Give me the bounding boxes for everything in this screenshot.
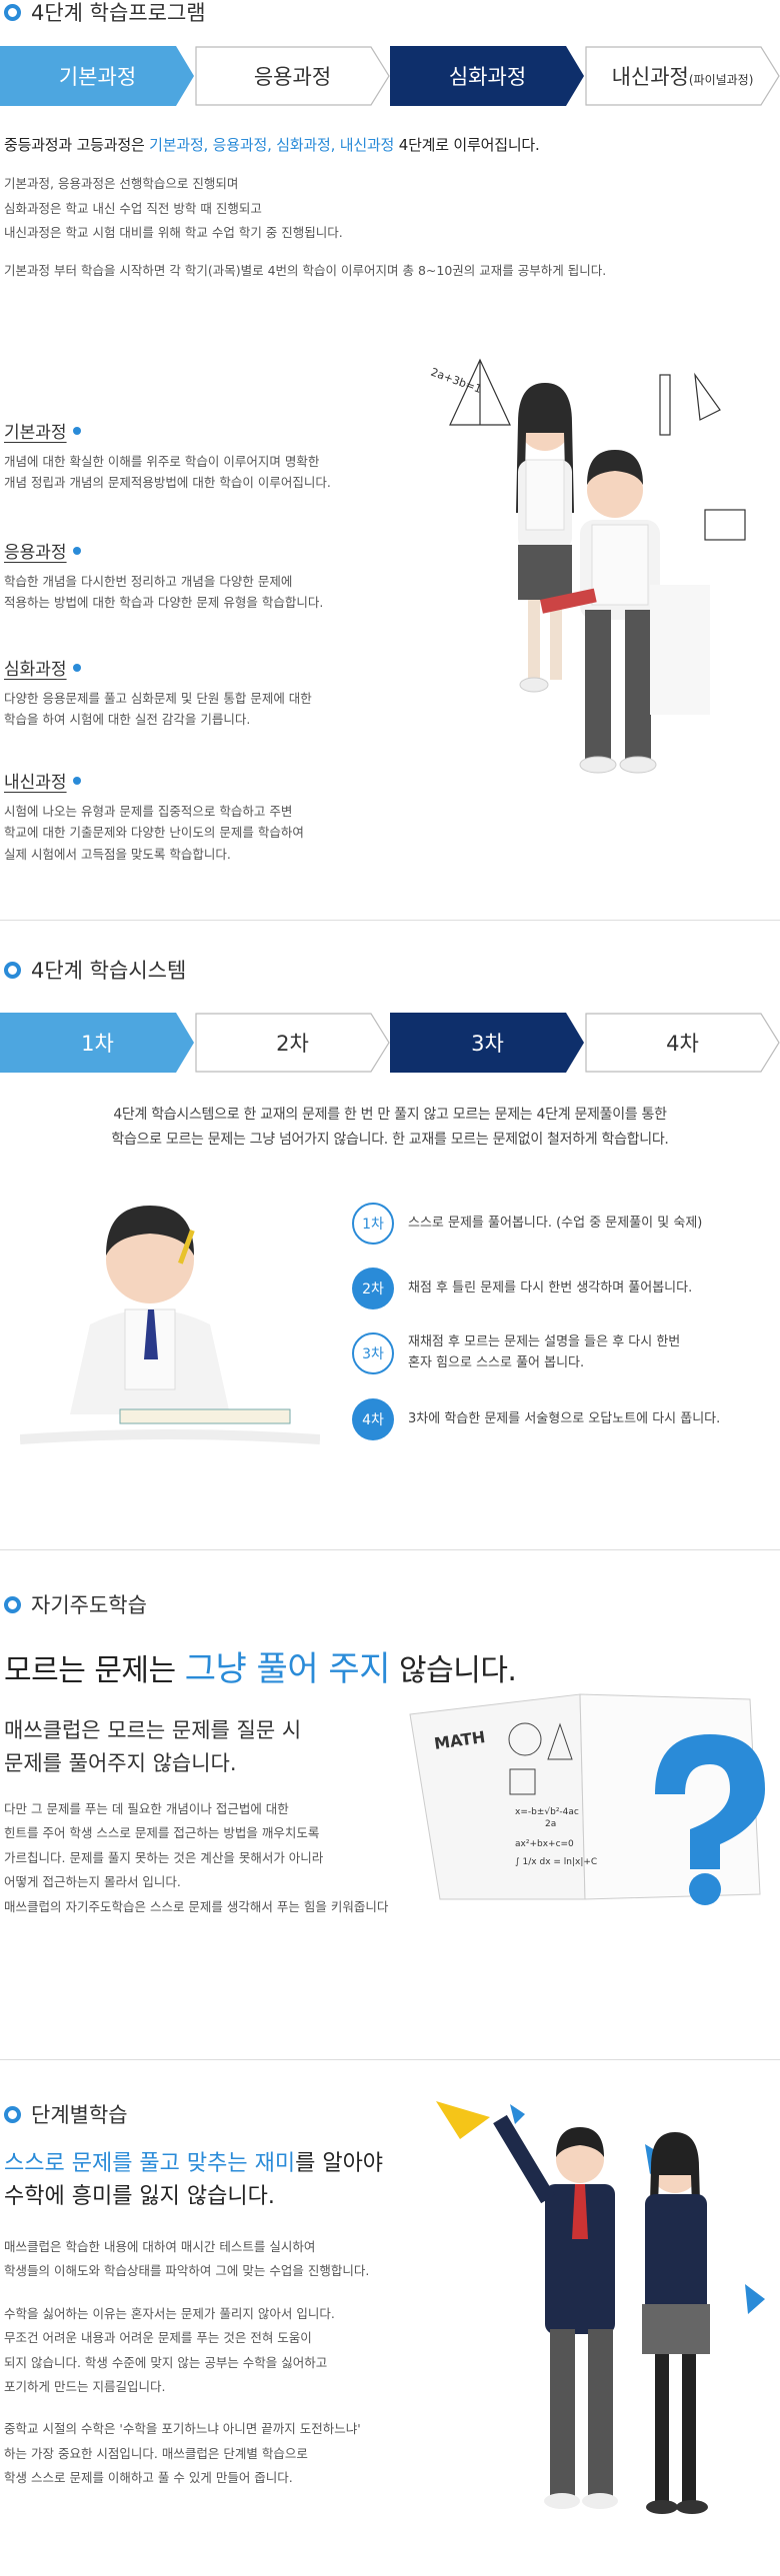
item-advanced: 심화과정 다양한 응용문제를 풀고 심화문제 및 단원 통합 문제에 대한 학습… bbox=[4, 660, 312, 728]
program-tabs: 기본과정 응용과정 심화과정 내신과정(파이널과정) bbox=[0, 46, 780, 106]
step-4: 4차 3차에 학습한 문제를 서술형으로 오답노트에 다시 풉니다. bbox=[352, 1398, 720, 1440]
tab-basic[interactable]: 기본과정 bbox=[0, 46, 195, 106]
step-3: 3차 재채점 후 모르는 문제는 설명을 들은 후 다시 한번 혼자 힘으로 스… bbox=[352, 1332, 680, 1374]
item-school: 내신과정 시험에 나오는 유형과 문제를 집중적으로 학습하고 주변 학교에 대… bbox=[4, 773, 304, 862]
students-uniform-illustration bbox=[430, 2099, 780, 2576]
svg-text:ax²+bx+c=0: ax²+bx+c=0 bbox=[515, 1839, 574, 1849]
program-summary: 기본과정 부터 학습을 시작하면 각 학기(과목)별로 4번의 학습이 이루어지… bbox=[4, 263, 607, 279]
dot-icon bbox=[72, 776, 81, 785]
divider bbox=[0, 2059, 780, 2060]
dot-icon bbox=[72, 663, 81, 672]
section-title: 4단계 학습시스템 bbox=[0, 955, 780, 985]
svg-text:2a: 2a bbox=[545, 1819, 556, 1829]
tab-advanced[interactable]: 심화과정 bbox=[390, 46, 585, 106]
section-title: 자기주도학습 bbox=[0, 1589, 780, 1619]
level-section: 단계별학습 스스로 문제를 풀고 맞추는 재미를 알아야 수학에 흥미를 잃지 … bbox=[0, 2099, 780, 2576]
step-badge: 1차 bbox=[352, 1203, 394, 1245]
program-lines: 기본과정, 응용과정은 선행학습으로 진행되며 심화과정은 학교 내신 수업 직… bbox=[4, 176, 343, 240]
system-tabs: 1차 2차 3차 4차 bbox=[0, 1013, 780, 1073]
svg-text:∫ 1/x dx = ln|x|+C: ∫ 1/x dx = ln|x|+C bbox=[515, 1857, 597, 1867]
program-lead: 중등과정과 고등과정은 기본과정, 응용과정, 심화과정, 내신과정 4단계로 … bbox=[4, 136, 540, 154]
bullet-icon bbox=[4, 2105, 21, 2123]
system-intro: 4단계 학습시스템으로 한 교재의 문제를 한 번 만 풀지 않고 모르는 문제… bbox=[111, 1107, 669, 1149]
dot-icon bbox=[72, 546, 81, 555]
program-section: 4단계 학습프로그램 기본과정 응용과정 심화과정 내신과정(파이널과정) 중등… bbox=[0, 0, 780, 920]
tab-step-2[interactable]: 2차 bbox=[195, 1013, 390, 1073]
step-1: 1차 스스로 문제를 풀어봅니다. (수업 중 문제풀이 및 숙제) bbox=[352, 1203, 702, 1245]
item-applied: 응용과정 학습한 개념을 다시한번 정리하고 개념을 다양한 문제에 적용하는 … bbox=[4, 543, 324, 611]
item-basic: 기본과정 개념에 대한 확실한 이해를 위주로 학습이 이루어지며 명확한 개념… bbox=[4, 423, 331, 491]
svg-text:x=-b±√b²-4ac: x=-b±√b²-4ac bbox=[515, 1806, 579, 1817]
tab-school[interactable]: 내신과정(파이널과정) bbox=[585, 46, 780, 106]
boy-illustration bbox=[19, 1190, 321, 1449]
tab-applied[interactable]: 응용과정 bbox=[195, 46, 390, 106]
bullet-icon bbox=[4, 961, 21, 979]
step-badge: 2차 bbox=[352, 1268, 394, 1309]
students-illustration: 2a+3b=1 bbox=[429, 355, 780, 885]
divider bbox=[0, 920, 780, 921]
tab-step-4[interactable]: 4차 bbox=[585, 1013, 780, 1073]
section-title: 4단계 학습프로그램 bbox=[0, 0, 780, 25]
tab-step-3[interactable]: 3차 bbox=[390, 1013, 585, 1073]
math-book-illustration: MATH x=-b±√b²-4ac 2a ax²+bx+c=0 ∫ 1/x dx… bbox=[400, 1684, 780, 1914]
step-badge: 3차 bbox=[352, 1332, 394, 1374]
step-2: 2차 채점 후 틀린 문제를 다시 한번 생각하며 풀어봅니다. bbox=[352, 1268, 692, 1309]
self-heading: 모르는 문제는 그냥 풀어 주지 않습니다. bbox=[4, 1649, 517, 1689]
bullet-icon bbox=[4, 3, 21, 21]
system-section: 4단계 학습시스템 1차 2차 3차 4차 4단계 학습시스템으로 한 교재의 … bbox=[0, 955, 780, 1554]
tab-step-1[interactable]: 1차 bbox=[0, 1013, 195, 1073]
self-body: 다만 그 문제를 푸는 데 필요한 개념이나 접근법에 대한 힌트를 주어 학생… bbox=[4, 1801, 389, 1914]
divider bbox=[0, 1549, 780, 1550]
bullet-icon bbox=[4, 1595, 21, 1613]
step-badge: 4차 bbox=[352, 1398, 394, 1440]
self-study-section: 자기주도학습 모르는 문제는 그냥 풀어 주지 않습니다. 매쓰클럽은 모르는 … bbox=[0, 1589, 780, 2029]
dot-icon bbox=[72, 426, 81, 435]
